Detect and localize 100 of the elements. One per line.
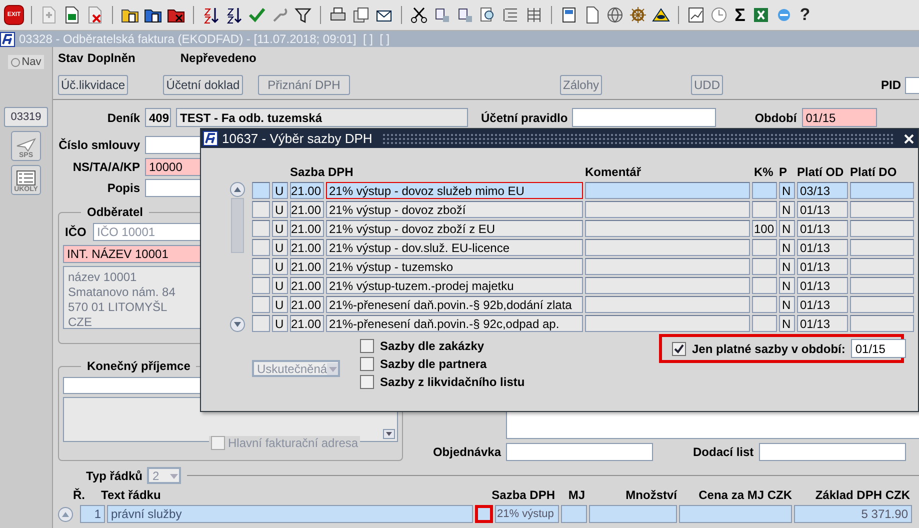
scroll-down-icon[interactable] <box>383 429 395 439</box>
checkbox[interactable] <box>672 342 686 356</box>
close-icon[interactable] <box>904 134 914 144</box>
spreadsheet-icon[interactable] <box>751 5 771 25</box>
table-cell: N <box>779 239 795 256</box>
checkmark-icon[interactable] <box>247 5 267 25</box>
checkbox[interactable] <box>360 357 374 371</box>
row-selector-cell[interactable] <box>252 182 270 199</box>
table-cell: 01/13 <box>797 239 848 256</box>
table-cell: U <box>272 315 288 332</box>
radio-icon <box>10 58 20 66</box>
table-cell <box>752 277 777 294</box>
app-logo-icon <box>0 32 15 46</box>
table-cell: N <box>779 201 795 218</box>
dropdown-arrow-icon <box>169 472 180 480</box>
row-selector-cell[interactable] <box>252 296 270 313</box>
chart-icon[interactable] <box>686 5 706 25</box>
table-cell: 01/13 <box>797 296 848 313</box>
sum-button[interactable]: Σ <box>732 5 748 25</box>
ico-label: IČO <box>64 225 88 239</box>
transfer-status: Nepřevedeno <box>180 51 256 65</box>
row-selector-cell[interactable] <box>252 239 270 256</box>
column-header: Množství <box>624 488 678 502</box>
delivery-note-field[interactable] <box>758 443 906 461</box>
table-cell: právní služby <box>107 505 473 523</box>
globe-icon[interactable] <box>605 5 625 25</box>
table-cell: 21.00 <box>290 315 324 332</box>
vat-code-cell[interactable] <box>475 505 493 523</box>
period-filter-field[interactable]: 01/15 <box>851 339 906 358</box>
note-box[interactable] <box>506 411 919 439</box>
toolbar-button[interactable]: Úč.likvidace <box>58 75 128 95</box>
checkbox[interactable] <box>211 436 225 450</box>
table-cell: U <box>272 201 288 218</box>
table-cell: 21.00 <box>290 201 324 218</box>
code-button[interactable]: 03319 <box>4 107 48 127</box>
row-selector-cell[interactable] <box>252 258 270 275</box>
table-cell: N <box>779 277 795 294</box>
table-cell: 1 <box>80 505 105 523</box>
row-selector-cell[interactable] <box>252 220 270 237</box>
sort-descending-icon[interactable] <box>224 5 244 25</box>
scroll-down-button[interactable] <box>230 317 245 332</box>
column-header: Text řádku <box>100 488 162 502</box>
journal-label: Deník <box>106 110 141 124</box>
table-cell: U <box>272 296 288 313</box>
sort-ascending-icon[interactable] <box>201 5 221 25</box>
scroll-up-button[interactable] <box>58 506 73 522</box>
checkbox[interactable] <box>360 339 374 353</box>
row-selector-cell[interactable] <box>252 315 270 332</box>
address-line: 570 01 LITOMYŠL <box>68 300 168 315</box>
journal-name[interactable]: TEST - Fa odb. tuzemská <box>176 108 468 127</box>
order-field[interactable] <box>506 443 653 461</box>
table-cell: 03/13 <box>797 182 848 199</box>
table-cell: 21% výstup <box>495 505 559 523</box>
table-cell <box>850 220 914 237</box>
column-header: Platí OD <box>797 165 845 179</box>
row-selector-cell[interactable] <box>252 201 270 218</box>
period-field[interactable]: 01/15 <box>802 108 877 127</box>
checkbox[interactable] <box>360 375 374 389</box>
table-cell: N <box>779 296 795 313</box>
table-cell: 01/13 <box>797 201 848 218</box>
table-cell: 21% výstup - dovoz služeb mimo EU <box>326 182 583 199</box>
column-header: Sazba DPH <box>290 165 354 179</box>
cost-center-label: NS/TA/A/KP <box>72 160 141 174</box>
table-cell: N <box>779 182 795 199</box>
table-cell: U <box>272 182 288 199</box>
scissors-icon[interactable] <box>409 5 429 25</box>
column-header: MJ <box>567 488 586 502</box>
table-cell <box>752 182 777 199</box>
table-cell: 100 <box>752 220 777 237</box>
dialog-title: 10637 - Výběr sazby DPH <box>222 131 372 146</box>
ship-wheel-icon[interactable] <box>628 5 648 25</box>
column-header: Základ DPH CZK <box>814 488 911 502</box>
up-arrow-icon <box>62 512 69 516</box>
nav-button[interactable]: Nav <box>8 55 44 69</box>
table-cell: U <box>272 277 288 294</box>
toolbar-button[interactable]: Účetní doklad <box>163 75 243 95</box>
accounting-rule-field[interactable] <box>572 108 716 127</box>
column-header: P <box>779 165 788 179</box>
copy-icon[interactable] <box>351 5 371 25</box>
journal-code[interactable]: 409 <box>145 108 171 127</box>
pid-label: PID <box>881 78 902 92</box>
table-cell: U <box>272 220 288 237</box>
window-title: 03328 - Odběratelská faktura (EKODFAD) - [11.07.2018; 09:01] [ ] [ ] <box>19 32 390 46</box>
row-selector-cell[interactable] <box>252 277 270 294</box>
scroll-up-button[interactable] <box>230 182 245 197</box>
address-line: Smatanovo nám. 84 <box>68 285 176 300</box>
period-label: Období <box>754 110 797 124</box>
help-button[interactable]: ? <box>797 5 813 25</box>
checkbox-label: Jen platné sazby v období: <box>692 342 846 356</box>
down-arrow-icon <box>234 322 241 327</box>
accounting-rule-label: Účetní pravidlo <box>481 110 568 124</box>
group-title: Odběratel <box>86 205 144 219</box>
table-cell <box>561 505 587 523</box>
table-cell <box>752 296 777 313</box>
checkbox-label: Sazby dle zakázky <box>380 339 484 353</box>
table-cell <box>850 315 914 332</box>
dropdown-arrow-icon <box>327 362 338 374</box>
contract-label: Číslo smlouvy <box>58 138 141 152</box>
table-cell: 01/13 <box>797 277 848 294</box>
table-cell: 21.00 <box>290 239 324 256</box>
